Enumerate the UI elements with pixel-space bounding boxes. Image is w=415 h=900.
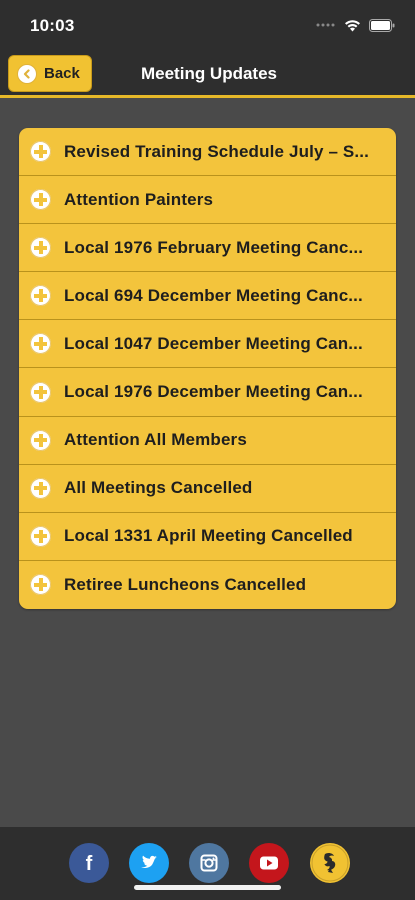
youtube-button[interactable] (249, 843, 289, 883)
youtube-icon (249, 843, 289, 883)
nav-bar: Back Meeting Updates (0, 50, 415, 98)
page-title: Meeting Updates (140, 64, 278, 83)
twitter-icon (129, 843, 169, 883)
list-item[interactable]: Local 1331 April Meeting Cancelled (19, 513, 396, 561)
plus-icon (30, 477, 51, 499)
plus-icon (30, 237, 51, 259)
facebook-button[interactable]: f (69, 843, 109, 883)
list-item[interactable]: Revised Training Schedule July – S... (19, 128, 396, 177)
list-item-label: Local 1331 April Meeting Cancelled (64, 526, 353, 546)
list-item[interactable]: Local 694 December Meeting Canc... (19, 272, 396, 321)
list-item[interactable]: All Meetings Cancelled (19, 465, 396, 513)
plus-icon (30, 525, 51, 547)
plus-icon (30, 285, 51, 307)
list-item[interactable]: Attention All Members (19, 417, 396, 465)
svg-text:f: f (86, 853, 93, 875)
list-item[interactable]: Retiree Luncheons Cancelled (19, 561, 396, 609)
instagram-button[interactable] (189, 843, 229, 883)
plus-icon (30, 381, 51, 403)
status-icons (316, 18, 395, 32)
list-item-label: All Meetings Cancelled (64, 478, 253, 498)
list-item-label: Attention All Members (64, 430, 247, 450)
list-item-label: Revised Training Schedule July – S... (64, 141, 370, 161)
list-item-label: Retiree Luncheons Cancelled (64, 574, 307, 594)
list-item[interactable]: Local 1047 December Meeting Can... (19, 320, 396, 369)
twitter-button[interactable] (129, 843, 169, 883)
status-bar: 10:03 (0, 0, 415, 50)
union-logo-button[interactable] (310, 843, 350, 883)
list-item[interactable]: Local 1976 December Meeting Can... (19, 368, 396, 417)
plus-icon (30, 429, 51, 451)
list-item-label: Local 694 December Meeting Canc... (64, 285, 363, 305)
battery-icon (369, 18, 395, 32)
plus-icon (30, 189, 51, 211)
list-item-label: Local 1976 December Meeting Can... (64, 382, 363, 402)
plus-icon (30, 333, 51, 355)
status-time: 10:03 (30, 16, 75, 35)
wifi-icon (345, 19, 360, 31)
list-item-label: Local 1047 December Meeting Can... (64, 333, 363, 353)
plus-icon (30, 574, 51, 596)
instagram-icon (189, 843, 229, 883)
list-item[interactable]: Local 1976 February Meeting Canc... (19, 224, 396, 273)
facebook-icon: f (69, 843, 109, 883)
list-item[interactable]: Attention Painters (19, 176, 396, 225)
union-logo-icon (310, 843, 350, 883)
home-indicator (134, 885, 281, 890)
plus-icon (30, 141, 51, 163)
list-item-label: Local 1976 February Meeting Canc... (64, 237, 364, 257)
signal-icon (316, 23, 335, 27)
meeting-list: Revised Training Schedule July – S... At… (19, 128, 396, 609)
list-item-label: Attention Painters (64, 189, 214, 209)
